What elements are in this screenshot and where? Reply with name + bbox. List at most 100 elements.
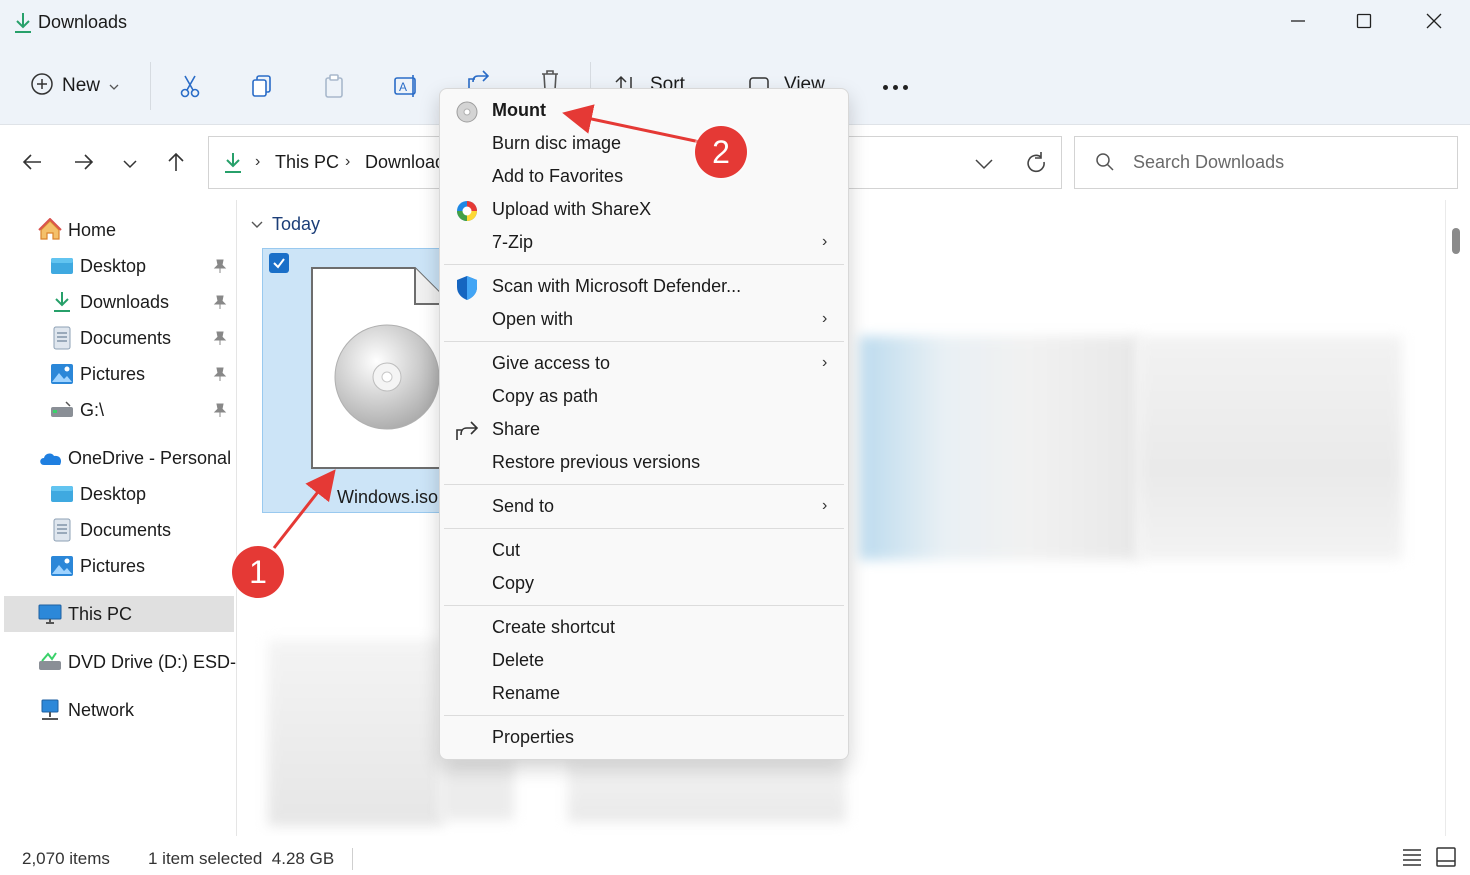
sidebar-item-desktop[interactable]: Desktop bbox=[0, 248, 237, 284]
rename-button[interactable]: A bbox=[386, 68, 426, 108]
menu-separator bbox=[444, 715, 844, 716]
group-header-today[interactable]: Today bbox=[250, 214, 320, 235]
menu-item-restore-previous-versions[interactable]: Restore previous versions bbox=[444, 447, 844, 480]
menu-item-copy[interactable]: Copy bbox=[444, 568, 844, 601]
up-button[interactable] bbox=[156, 144, 196, 184]
more-options-button[interactable] bbox=[872, 70, 918, 104]
menu-item-properties[interactable]: Properties bbox=[444, 722, 844, 755]
status-separator bbox=[352, 848, 353, 870]
menu-item-upload-sharex[interactable]: Upload with ShareX bbox=[444, 194, 844, 227]
menu-item-label: Create shortcut bbox=[492, 617, 616, 637]
disc-icon bbox=[454, 99, 480, 125]
vertical-scrollbar[interactable] bbox=[1444, 200, 1470, 836]
menu-item-cut[interactable]: Cut bbox=[444, 535, 844, 568]
maximize-button[interactable] bbox=[1328, 0, 1400, 46]
sidebar-item-label: Pictures bbox=[80, 363, 146, 384]
menu-item-create-shortcut[interactable]: Create shortcut bbox=[444, 612, 844, 645]
menu-item-delete[interactable]: Delete bbox=[444, 645, 844, 678]
sidebar-item-documents[interactable]: Documents bbox=[0, 320, 237, 356]
forward-button[interactable] bbox=[64, 144, 104, 184]
svg-text:A: A bbox=[399, 80, 407, 94]
sidebar-item-label: Pictures bbox=[80, 555, 146, 576]
menu-item-7-zip[interactable]: 7-Zip › bbox=[444, 227, 844, 260]
sidebar-item-label: Home bbox=[68, 219, 117, 240]
sidebar-item-onedrive-documents[interactable]: Documents bbox=[0, 512, 237, 548]
menu-item-label: Restore previous versions bbox=[492, 452, 701, 472]
menu-item-open-with[interactable]: Open with › bbox=[444, 304, 844, 337]
sidebar-item-onedrive-desktop[interactable]: Desktop bbox=[0, 476, 237, 512]
menu-item-label: Rename bbox=[492, 683, 561, 703]
dvd-drive-icon bbox=[38, 650, 62, 674]
sidebar-item-dvd-drive[interactable]: DVD Drive (D:) ESD-ISO bbox=[0, 644, 237, 680]
copy-button[interactable] bbox=[242, 68, 282, 108]
menu-separator bbox=[444, 484, 844, 485]
menu-item-label: Share bbox=[492, 419, 541, 439]
menu-item-rename[interactable]: Rename bbox=[444, 678, 844, 711]
sidebar-item-pictures[interactable]: Pictures bbox=[0, 356, 237, 392]
sharex-icon bbox=[454, 198, 480, 224]
cut-button[interactable] bbox=[170, 68, 210, 108]
computer-icon bbox=[38, 602, 62, 626]
ellipsis-icon bbox=[882, 84, 908, 90]
download-arrow-icon bbox=[223, 151, 243, 180]
menu-item-label: Scan with Microsoft Defender... bbox=[492, 276, 742, 296]
sidebar-item-onedrive[interactable]: OneDrive - Personal bbox=[0, 440, 237, 476]
search-input[interactable] bbox=[1133, 137, 1443, 188]
close-icon bbox=[1426, 13, 1442, 34]
scrollbar-thumb[interactable] bbox=[1452, 228, 1460, 254]
sidebar-item-g-drive[interactable]: G:\ bbox=[0, 392, 237, 428]
annotation-callout-2: 2 bbox=[695, 126, 747, 178]
details-view-icon[interactable] bbox=[1400, 846, 1424, 868]
recent-locations-button[interactable] bbox=[110, 144, 150, 184]
scrollbar-track[interactable] bbox=[1445, 200, 1469, 836]
menu-item-send-to[interactable]: Send to › bbox=[444, 491, 844, 524]
close-button[interactable] bbox=[1398, 0, 1470, 46]
home-icon bbox=[38, 218, 62, 242]
large-icons-view-icon[interactable] bbox=[1434, 846, 1458, 868]
file-explorer-window: Downloads New A Sort View › This PC › Do… bbox=[0, 0, 1470, 875]
pin-icon bbox=[212, 258, 228, 279]
navigation-pane: Home Desktop Downloads Documents Picture… bbox=[0, 200, 237, 836]
new-button[interactable]: New bbox=[22, 66, 128, 106]
chevron-right-icon: › bbox=[822, 310, 828, 327]
back-button[interactable] bbox=[12, 144, 52, 184]
menu-item-label: Send to bbox=[492, 496, 555, 516]
menu-item-burn-disc-image[interactable]: Burn disc image bbox=[444, 128, 844, 161]
sidebar-item-label: Network bbox=[68, 699, 135, 720]
title-bar: Downloads bbox=[0, 0, 1470, 48]
onedrive-cloud-icon bbox=[38, 446, 62, 470]
pictures-folder-icon bbox=[50, 554, 74, 578]
menu-item-share[interactable]: Share bbox=[444, 414, 844, 447]
sidebar-item-onedrive-pictures[interactable]: Pictures bbox=[0, 548, 237, 584]
menu-item-give-access-to[interactable]: Give access to › bbox=[444, 348, 844, 381]
sidebar-item-label: OneDrive - Personal bbox=[68, 447, 232, 468]
file-name: Windows.iso bbox=[337, 487, 439, 507]
breadcrumb-this-pc[interactable]: This PC bbox=[275, 152, 339, 173]
selection-checkbox[interactable] bbox=[269, 253, 289, 273]
pictures-folder-icon bbox=[50, 362, 74, 386]
sidebar-item-label: Documents bbox=[80, 519, 172, 540]
chevron-down-icon bbox=[250, 214, 264, 235]
desktop-folder-icon bbox=[50, 482, 74, 506]
sidebar-item-label: Downloads bbox=[80, 291, 170, 312]
address-history-dropdown[interactable] bbox=[969, 151, 999, 177]
sidebar-item-downloads[interactable]: Downloads bbox=[0, 284, 237, 320]
download-arrow-icon bbox=[12, 10, 34, 36]
blurred-thumbnail bbox=[860, 336, 1140, 560]
copy-icon bbox=[249, 73, 275, 104]
menu-item-label: Upload with ShareX bbox=[492, 199, 652, 219]
file-item-windows-iso[interactable]: Windows.iso bbox=[262, 248, 452, 513]
sidebar-item-network[interactable]: Network bbox=[0, 692, 237, 728]
menu-item-mount[interactable]: Mount bbox=[444, 95, 844, 128]
sidebar-item-home[interactable]: Home bbox=[0, 212, 237, 248]
menu-item-scan-defender[interactable]: Scan with Microsoft Defender... bbox=[444, 271, 844, 304]
pin-icon bbox=[212, 294, 228, 315]
menu-item-label: Give access to bbox=[492, 353, 611, 373]
paste-button[interactable] bbox=[314, 68, 354, 108]
search-box[interactable] bbox=[1074, 136, 1458, 189]
menu-item-add-to-favorites[interactable]: Add to Favorites bbox=[444, 161, 844, 194]
refresh-icon[interactable] bbox=[1021, 149, 1051, 179]
sidebar-item-this-pc[interactable]: This PC bbox=[4, 596, 234, 632]
minimize-button[interactable] bbox=[1262, 0, 1334, 46]
menu-item-copy-as-path[interactable]: Copy as path bbox=[444, 381, 844, 414]
